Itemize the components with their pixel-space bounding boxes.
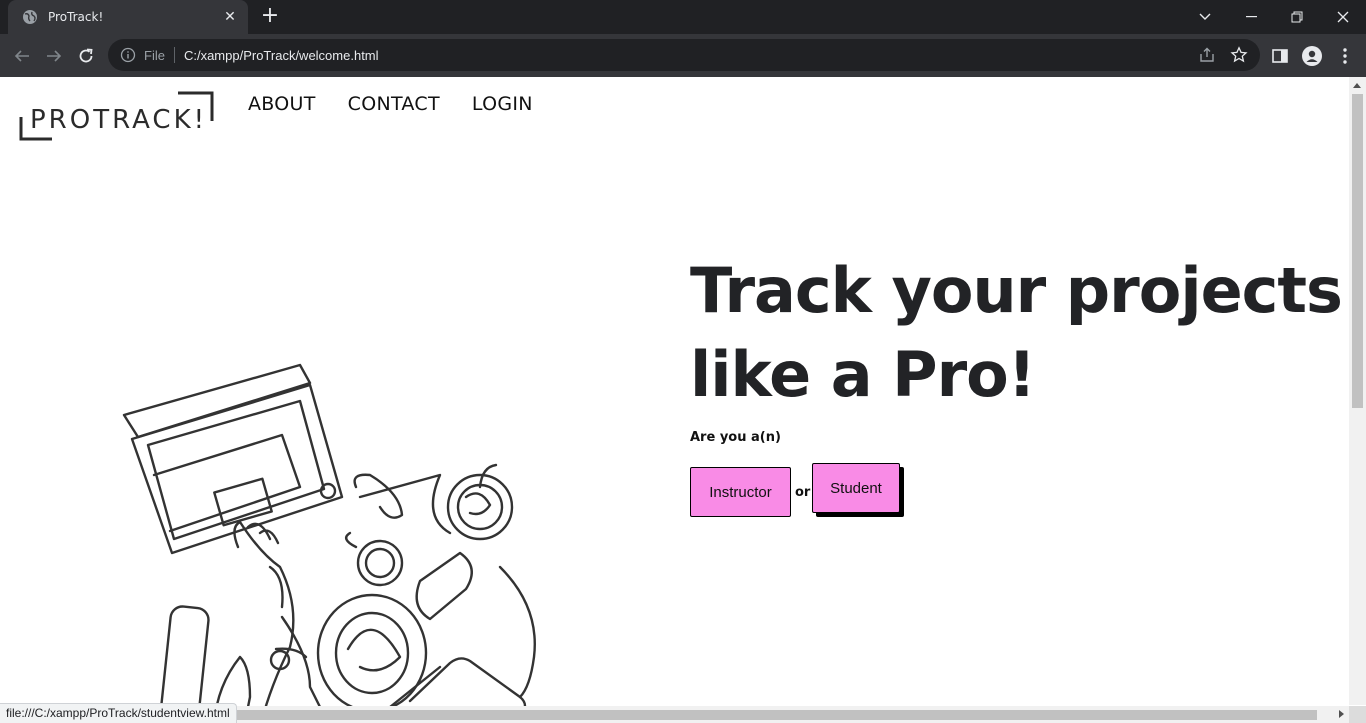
browser-toolbar: File C:/xampp/ProTrack/welcome.html — [0, 34, 1366, 77]
url-separator — [173, 47, 175, 63]
profile-avatar-icon[interactable] — [1302, 46, 1322, 66]
vertical-scroll-thumb[interactable] — [1352, 94, 1363, 408]
share-icon[interactable] — [1198, 46, 1216, 64]
globe-icon — [23, 10, 37, 24]
tab-search-icon[interactable] — [1182, 0, 1228, 34]
nav-about[interactable]: ABOUT — [248, 93, 316, 115]
instructor-button[interactable]: Instructor — [690, 467, 791, 517]
role-question: Are you a(n) — [690, 430, 781, 445]
info-icon[interactable] — [120, 47, 136, 63]
scroll-right-icon[interactable] — [1339, 710, 1344, 718]
tab-title: ProTrack! — [48, 10, 104, 24]
main-nav: ABOUT CONTACT LOGIN — [248, 93, 533, 115]
minimize-icon[interactable] — [1228, 0, 1274, 34]
side-panel-icon[interactable] — [1270, 46, 1290, 66]
scroll-up-icon[interactable] — [1353, 83, 1361, 88]
protrack-logo[interactable]: PROTRACK! — [18, 91, 214, 143]
desk-line-illustration — [122, 363, 536, 723]
back-icon[interactable] — [8, 42, 36, 70]
scrollbar-corner — [1349, 706, 1366, 723]
reload-icon[interactable] — [72, 42, 100, 70]
or-text: or — [795, 485, 811, 500]
kebab-menu-icon[interactable] — [1335, 46, 1355, 66]
close-window-icon[interactable] — [1320, 0, 1366, 34]
logo-text: PROTRACK! — [30, 105, 207, 135]
restore-icon[interactable] — [1274, 0, 1320, 34]
close-tab-icon[interactable]: ✕ — [222, 9, 238, 25]
tab-strip: ProTrack! ✕ + — [0, 0, 1366, 34]
forward-icon[interactable] — [40, 42, 68, 70]
address-bar[interactable]: File C:/xampp/ProTrack/welcome.html — [108, 39, 1260, 71]
new-tab-button[interactable]: + — [258, 5, 282, 28]
headline-line-2: like a Pro! — [690, 338, 1036, 411]
nav-login[interactable]: LOGIN — [472, 93, 533, 115]
link-status-bubble: file:///C:/xampp/ProTrack/studentview.ht… — [0, 703, 237, 723]
vertical-scrollbar[interactable] — [1349, 77, 1366, 717]
url-scheme: File — [144, 47, 165, 63]
headline-line-1: Track your projects — [690, 254, 1343, 327]
nav-contact[interactable]: CONTACT — [348, 93, 440, 115]
page-viewport: PROTRACK! ABOUT CONTACT LOGIN Track your… — [0, 77, 1366, 723]
student-button[interactable]: Student — [812, 463, 900, 513]
url-text[interactable]: C:/xampp/ProTrack/welcome.html — [184, 48, 379, 63]
hero-headline: Track your projects like a Pro! — [690, 249, 1343, 417]
bookmark-star-icon[interactable] — [1230, 46, 1248, 64]
browser-tab[interactable]: ProTrack! ✕ — [8, 0, 248, 34]
